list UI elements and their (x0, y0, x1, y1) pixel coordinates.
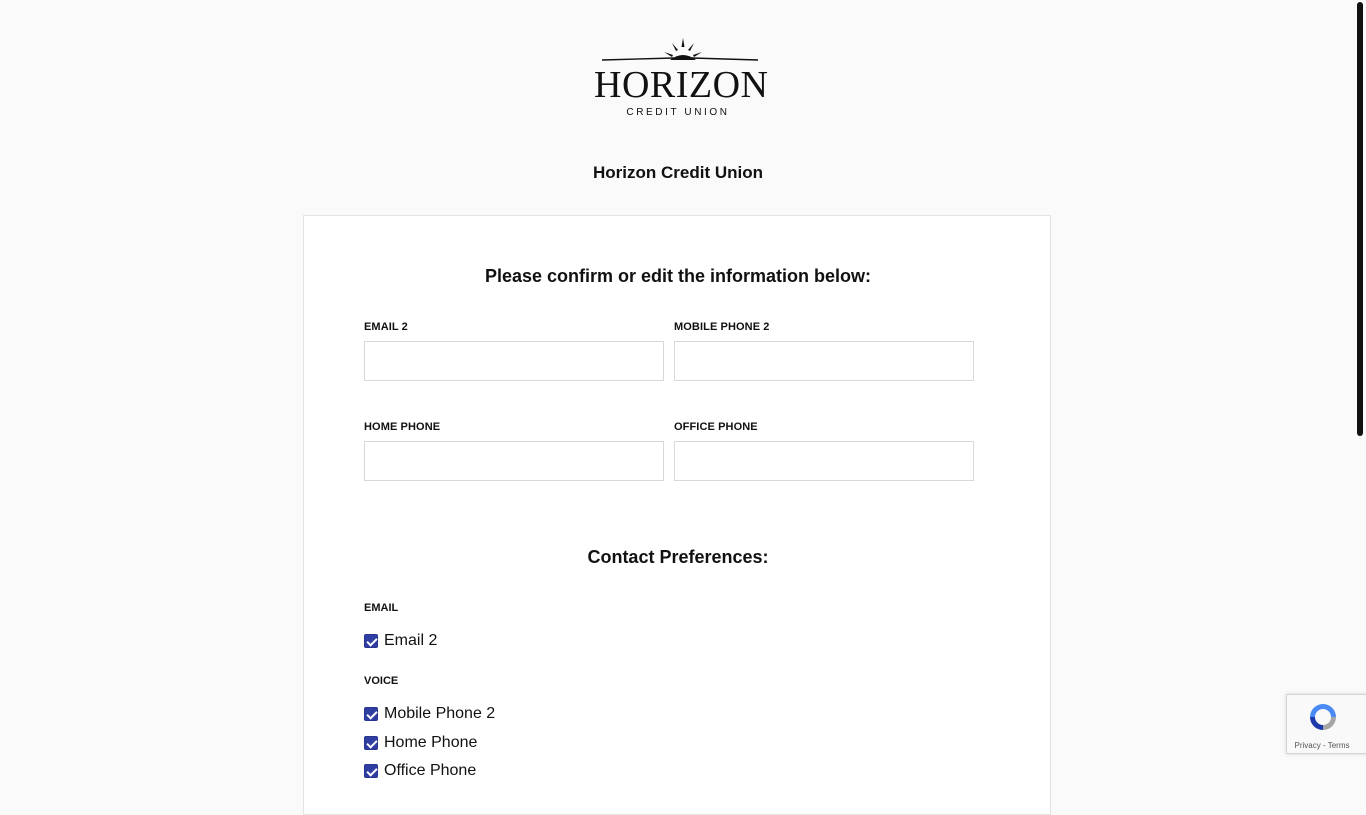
office-phone-label: OFFICE PHONE (674, 421, 758, 433)
email2-pref-label: Email 2 (384, 632, 438, 649)
page-title: Horizon Credit Union (593, 163, 763, 182)
voice-group-label: VOICE (364, 675, 399, 687)
home-phone-label: HOME PHONE (364, 421, 441, 433)
logo-tagline: CREDIT UNION (626, 107, 730, 118)
email2-label: EMAIL 2 (364, 321, 408, 333)
mobile-phone2-pref-option[interactable]: Mobile Phone 2 (364, 704, 495, 724)
recaptcha-badge[interactable]: Privacy - Terms (1286, 694, 1366, 754)
office-phone-pref-label: Office Phone (384, 762, 477, 779)
logo-wordmark: HORIZON (594, 64, 769, 106)
horizon-logo: HORIZON CREDIT UNION (594, 36, 769, 122)
mobile-phone2-label: MOBILE PHONE 2 (674, 321, 770, 333)
home-phone-input[interactable] (364, 441, 664, 481)
recaptcha-icon (1310, 704, 1336, 730)
email2-input[interactable] (364, 341, 664, 381)
recaptcha-links[interactable]: Privacy - Terms (1287, 741, 1357, 750)
confirm-info-card: Please confirm or edit the information b… (303, 215, 1051, 815)
office-phone-input[interactable] (674, 441, 974, 481)
page-scrollbar[interactable] (1357, 2, 1363, 436)
mobile-phone2-pref-checkbox[interactable] (364, 707, 378, 721)
form-heading: Please confirm or edit the information b… (484, 266, 872, 286)
preferences-heading: Contact Preferences: (587, 547, 769, 567)
email2-pref-option[interactable]: Email 2 (364, 631, 437, 651)
mobile-phone2-input[interactable] (674, 341, 974, 381)
home-phone-pref-label: Home Phone (384, 734, 478, 751)
office-phone-pref-option[interactable]: Office Phone (364, 761, 476, 781)
mobile-phone2-pref-label: Mobile Phone 2 (384, 705, 496, 722)
email2-pref-checkbox[interactable] (364, 634, 378, 648)
email-group-label: EMAIL (364, 602, 399, 614)
home-phone-pref-option[interactable]: Home Phone (364, 733, 477, 753)
office-phone-pref-checkbox[interactable] (364, 764, 378, 778)
home-phone-pref-checkbox[interactable] (364, 736, 378, 750)
